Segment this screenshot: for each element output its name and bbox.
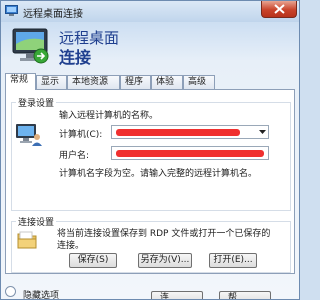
- help-button[interactable]: 帮: [219, 291, 271, 299]
- monitor-icon: [12, 28, 49, 64]
- tab-strip: 常规 显示 本地资源 程序 体验 高级: [5, 73, 297, 90]
- save-as-button[interactable]: 另存为(V)...: [138, 253, 192, 268]
- login-settings-title: 登录设置: [16, 96, 57, 109]
- dialog-footer: 隐藏选项 连 帮: [1, 277, 299, 299]
- header-title: 连接: [59, 48, 92, 67]
- tab-advanced[interactable]: 高级: [183, 75, 215, 89]
- tab-general[interactable]: 常规: [5, 73, 36, 90]
- username-label: 用户名:: [59, 151, 90, 161]
- tab-experience[interactable]: 体验: [151, 75, 183, 89]
- tab-display[interactable]: 显示: [36, 75, 67, 89]
- connection-header: 远程桌面 连接: [1, 22, 299, 68]
- tab-programs[interactable]: 程序: [120, 75, 151, 89]
- title-bar[interactable]: 远程桌面连接: [1, 1, 299, 22]
- save-button[interactable]: 保存(S): [69, 253, 117, 268]
- username-field[interactable]: [111, 146, 269, 160]
- options-toggle-label[interactable]: 隐藏选项: [23, 288, 59, 299]
- computer-label: 计算机(C):: [59, 130, 103, 140]
- close-button[interactable]: [261, 1, 297, 18]
- folder-icon: [17, 231, 37, 249]
- computer-combobox[interactable]: [111, 125, 269, 139]
- options-toggle-icon[interactable]: [5, 286, 16, 297]
- computer-name-hint: 计算机名字段为空。请输入完整的远程计算机名。: [59, 169, 258, 179]
- computer-user-icon: [16, 124, 42, 146]
- window-title: 远程桌面连接: [23, 9, 83, 20]
- close-icon: [274, 4, 285, 14]
- remote-desktop-icon: [5, 5, 18, 16]
- remote-desktop-window: 远程桌面连接 远程桌面 连接 常规 显示 本地资源 程序 体验 高级 登录设置: [0, 0, 300, 300]
- open-button[interactable]: 打开(E)...: [209, 253, 257, 268]
- tab-local-resources[interactable]: 本地资源: [67, 75, 120, 89]
- chevron-down-icon[interactable]: [259, 130, 266, 135]
- redacted-username: [116, 150, 264, 157]
- computer-name-prompt: 输入远程计算机的名称。: [59, 111, 159, 121]
- connection-settings-title: 连接设置: [16, 215, 57, 228]
- connection-settings-description: 将当前连接设置保存到 RDP 文件或打开一个已保存的连接。: [57, 229, 271, 251]
- connect-button[interactable]: 连: [151, 291, 203, 299]
- redacted-computer-name: [116, 129, 240, 136]
